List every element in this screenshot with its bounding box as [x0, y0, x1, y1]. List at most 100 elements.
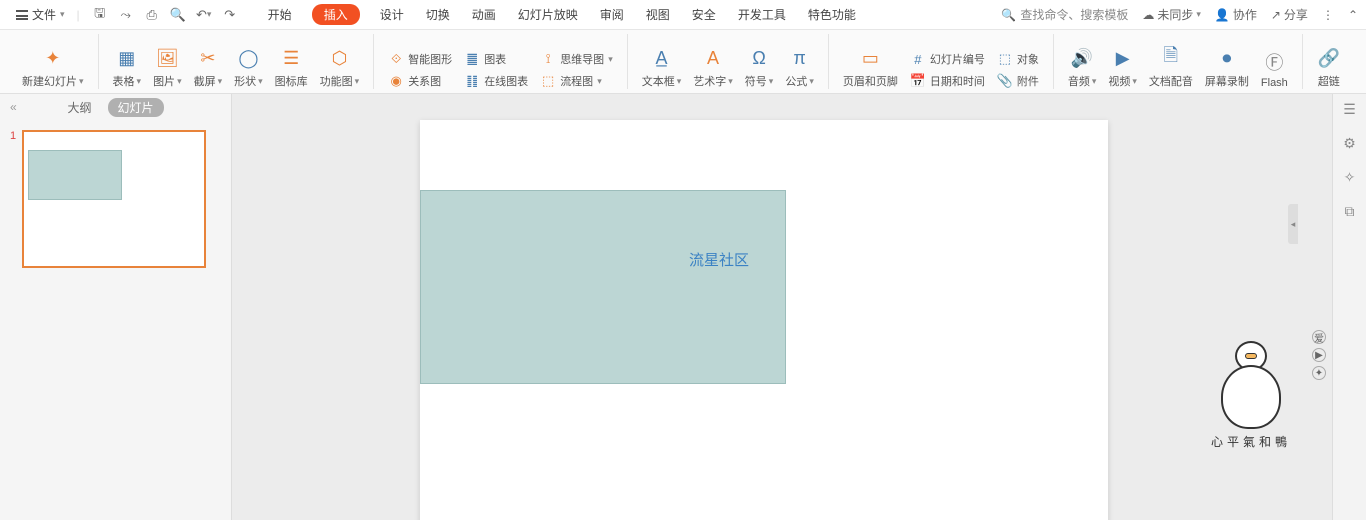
relation-button[interactable]: ◉关系图: [388, 73, 452, 89]
share-button[interactable]: ↗ 分享: [1271, 6, 1308, 23]
funcchart-button[interactable]: ⬡功能图▾: [314, 47, 366, 89]
badge-3[interactable]: ✦: [1312, 366, 1326, 380]
tab-review[interactable]: 审阅: [598, 2, 626, 27]
image-icon: 🖼: [155, 47, 179, 69]
flash-icon: Ⓕ: [1262, 51, 1286, 73]
more-icon[interactable]: ⋮: [1322, 8, 1334, 22]
shape-text: 流星社区: [689, 249, 749, 270]
chart-label: 图表: [484, 51, 506, 67]
collab-label: 协作: [1233, 6, 1257, 23]
tab-insert[interactable]: 插入: [312, 4, 360, 25]
mindmap-button[interactable]: ⟟思维导图▾: [540, 51, 613, 67]
slide-number: 1: [10, 130, 16, 268]
collab-button[interactable]: 👤 协作: [1215, 6, 1257, 23]
search-box[interactable]: 🔍 查找命令、搜索模板: [1001, 6, 1128, 23]
textbox-label: 文本框: [642, 73, 675, 89]
formula-button[interactable]: π公式▾: [779, 47, 820, 89]
hamburger-icon: [16, 10, 28, 20]
rail-settings-icon[interactable]: ⚙: [1341, 134, 1359, 152]
rail-device-icon[interactable]: ⧉: [1341, 202, 1359, 220]
screenshot-button[interactable]: ✂截屏▾: [188, 47, 229, 89]
sync-status[interactable]: ☁ 未同步 ▾: [1142, 6, 1201, 23]
headerfooter-label: 页眉和页脚: [843, 73, 898, 89]
hyperlink-label: 超链: [1318, 73, 1340, 89]
collapse-ribbon-icon[interactable]: ⌃: [1348, 8, 1358, 22]
tab-animation[interactable]: 动画: [470, 2, 498, 27]
slide-1[interactable]: 流星社区: [420, 120, 1108, 520]
funcchart-icon: ⬡: [327, 47, 351, 69]
badge-2[interactable]: ▶: [1312, 348, 1326, 362]
attachment-icon: 📎: [997, 74, 1013, 88]
main-area: « 大纲 幻灯片 1 流星社区 ◂ 心平氣和鴨: [0, 94, 1366, 520]
slidenumber-button[interactable]: #幻灯片编号: [910, 51, 985, 67]
right-rail: ☰ ⚙ ✧ ⧉: [1332, 94, 1366, 520]
object-button[interactable]: ⬚对象: [997, 51, 1039, 67]
file-menu[interactable]: 文件 ▾: [8, 2, 73, 27]
docdub-button[interactable]: 🗎文档配音: [1143, 47, 1199, 89]
slides-tab[interactable]: 幻灯片: [108, 98, 164, 117]
tab-features[interactable]: 特色功能: [806, 2, 858, 27]
expand-right-panel[interactable]: ◂: [1288, 204, 1298, 244]
tab-transition[interactable]: 切换: [424, 2, 452, 27]
video-button[interactable]: ▶视频▾: [1102, 47, 1143, 89]
tab-security[interactable]: 安全: [690, 2, 718, 27]
tab-developer[interactable]: 开发工具: [736, 2, 788, 27]
shape-button[interactable]: ◯形状▾: [228, 47, 269, 89]
save-icon[interactable]: 🖫: [92, 7, 108, 23]
symbol-label: 符号: [745, 73, 767, 89]
wordart-button[interactable]: A艺术字▾: [687, 47, 739, 89]
mascot-caption: 心平氣和鴨: [1210, 433, 1292, 450]
print-icon[interactable]: ⎙: [144, 7, 160, 23]
tab-view[interactable]: 视图: [644, 2, 672, 27]
symbol-icon: Ω: [747, 47, 771, 69]
table-label: 表格: [113, 73, 135, 89]
flash-button[interactable]: ⒻFlash: [1255, 51, 1294, 89]
share-label: 分享: [1284, 6, 1308, 23]
object-label: 对象: [1017, 51, 1039, 67]
shape-label: 形状: [234, 73, 256, 89]
textbox-button[interactable]: A̲文本框▾: [636, 47, 688, 89]
audio-button[interactable]: 🔊音频▾: [1062, 47, 1103, 89]
thumb-shape: [28, 150, 122, 200]
audio-icon: 🔊: [1070, 47, 1094, 69]
video-label: 视频: [1108, 73, 1130, 89]
image-button[interactable]: 🖼图片▾: [147, 47, 188, 89]
collapse-panel-icon[interactable]: «: [10, 100, 17, 114]
ribbon: ✦ 新建幻灯片▾ ▦表格▾ 🖼图片▾ ✂截屏▾ ◯形状▾ ☰图标库 ⬡功能图▾ …: [0, 30, 1366, 94]
iconlib-button[interactable]: ☰图标库: [269, 47, 314, 89]
tab-start[interactable]: 开始: [266, 2, 294, 27]
slide-thumbnail-1[interactable]: [22, 130, 206, 268]
table-button[interactable]: ▦表格▾: [107, 47, 148, 89]
redo-icon[interactable]: ↷: [222, 7, 238, 23]
new-slide-icon: ✦: [41, 47, 65, 69]
tab-design[interactable]: 设计: [378, 2, 406, 27]
print-preview-icon[interactable]: 🔍: [170, 7, 186, 23]
screenrec-button[interactable]: ⏺屏幕录制: [1199, 47, 1255, 89]
flowchart-button[interactable]: ⬚流程图▾: [540, 73, 613, 89]
headerfooter-button[interactable]: ▭页眉和页脚: [837, 47, 904, 89]
new-slide-button[interactable]: ✦ 新建幻灯片▾: [16, 47, 90, 89]
datetime-label: 日期和时间: [930, 73, 985, 89]
chart-icon: ䷀: [464, 52, 480, 66]
wordart-label: 艺术字: [693, 73, 726, 89]
mascot[interactable]: 心平氣和鴨: [1210, 365, 1292, 450]
smartgraphic-button[interactable]: ⟐智能图形: [388, 51, 452, 67]
badge-1[interactable]: 爱: [1312, 330, 1326, 344]
slide-rectangle-shape[interactable]: 流星社区: [420, 190, 786, 384]
save-as-icon[interactable]: ⤳: [118, 7, 134, 23]
onlinechart-button[interactable]: ䷁在线图表: [464, 73, 528, 89]
datetime-button[interactable]: 📅日期和时间: [910, 73, 985, 89]
iconlib-label: 图标库: [275, 73, 308, 89]
outline-tab[interactable]: 大纲: [67, 99, 91, 116]
canvas[interactable]: 流星社区 ◂ 心平氣和鴨 爱 ▶ ✦: [232, 94, 1332, 520]
hyperlink-button[interactable]: 🔗超链: [1311, 47, 1347, 89]
undo-icon[interactable]: ↶▾: [196, 7, 212, 23]
rail-ruler-icon[interactable]: ☰: [1341, 100, 1359, 118]
chart-button[interactable]: ䷀图表: [464, 51, 528, 67]
symbol-button[interactable]: Ω符号▾: [739, 47, 780, 89]
mindmap-label: 思维导图: [560, 51, 604, 67]
rail-star-icon[interactable]: ✧: [1341, 168, 1359, 186]
formula-icon: π: [788, 47, 812, 69]
tab-slideshow[interactable]: 幻灯片放映: [516, 2, 580, 27]
attachment-button[interactable]: 📎附件: [997, 73, 1039, 89]
